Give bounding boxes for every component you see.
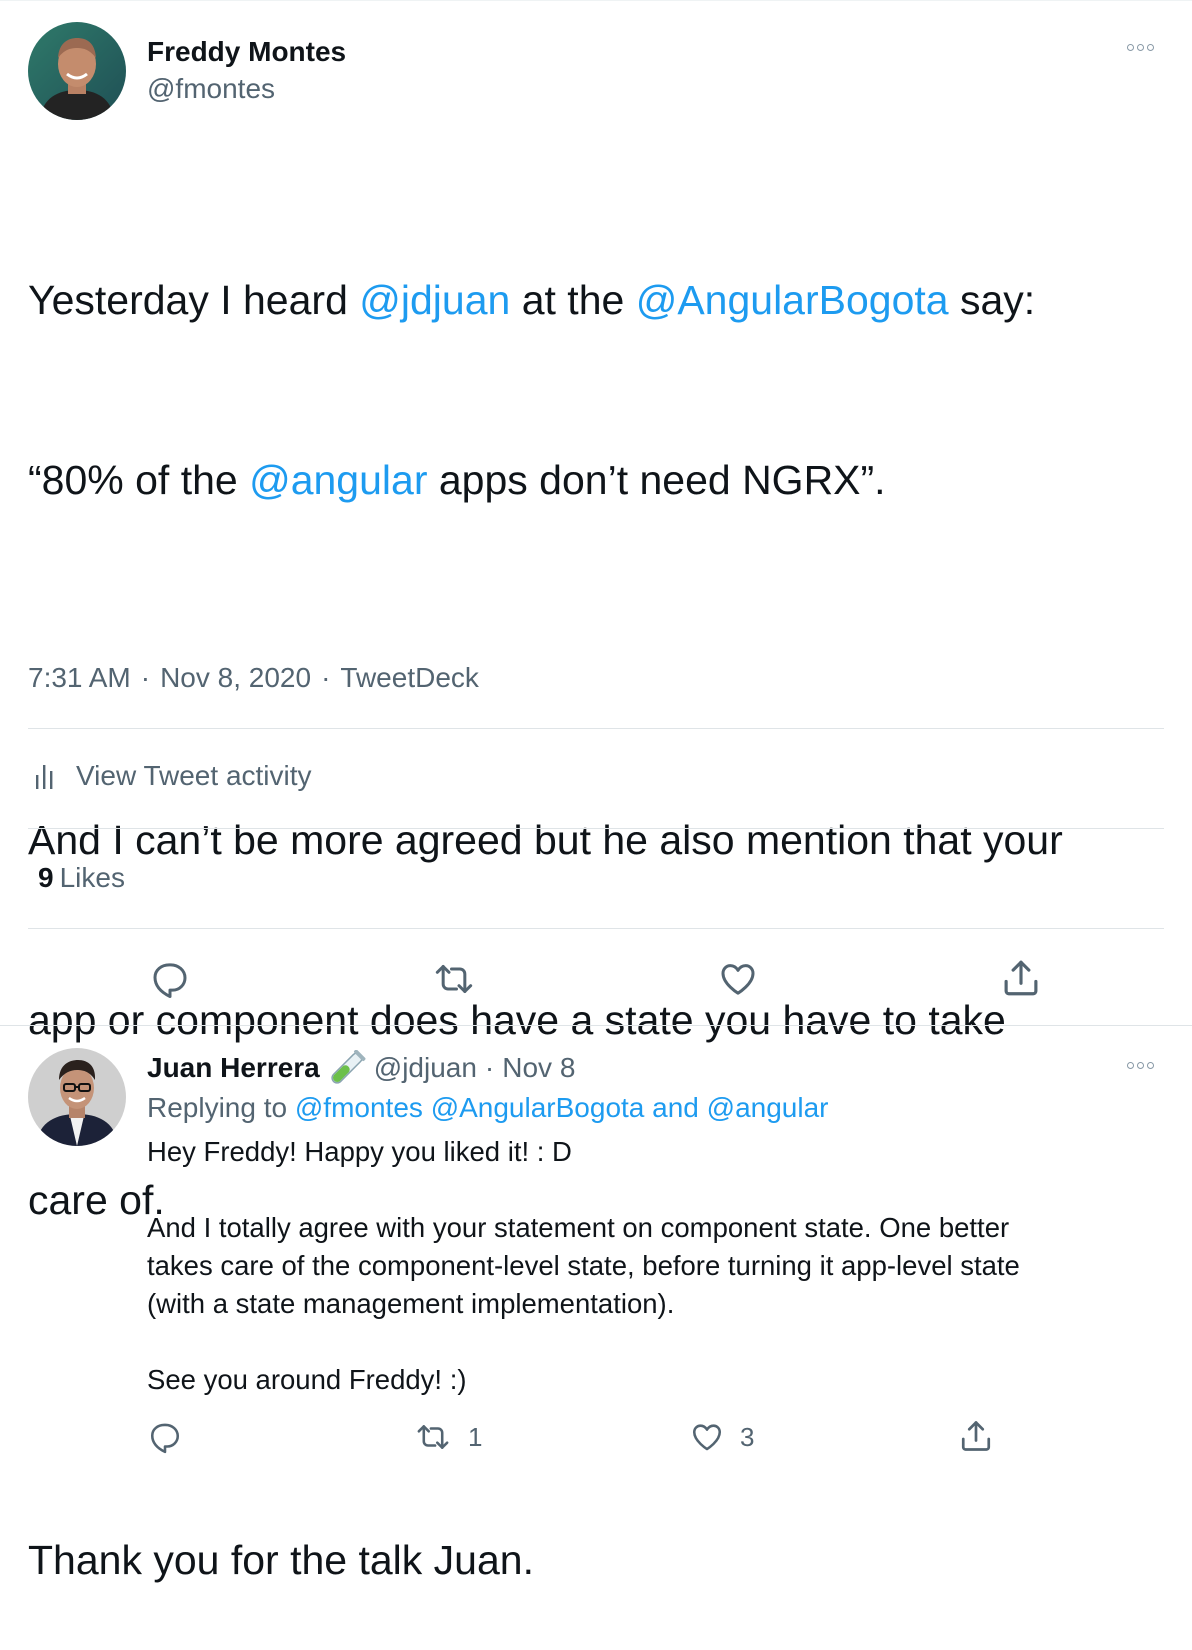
tweet-line: “80% of the @angular apps don’t need NGR… [28,450,1168,510]
reply-author-name[interactable]: Juan Herrera [147,1052,320,1084]
top-border [0,0,1192,1]
separator: · [140,662,151,693]
author-name[interactable]: Freddy Montes [147,36,346,68]
reply-reply-button[interactable] [148,1420,182,1454]
author-handle[interactable]: @fmontes [147,73,275,105]
reply-share-button[interactable] [958,1418,994,1454]
like-count: 3 [740,1421,755,1452]
tweet-meta: 7:31 AM · Nov 8, 2020 · TweetDeck [28,662,479,694]
retweet-icon [417,1425,449,1449]
share-icon [961,1421,991,1451]
replying-prefix: Replying to [147,1092,288,1123]
share-button[interactable] [1000,957,1042,999]
mention-link[interactable]: @AngularBogota [431,1092,645,1123]
separator: · [484,1052,495,1083]
share-icon [1004,960,1038,996]
tweet-time[interactable]: 7:31 AM [28,662,131,694]
reply-icon [153,963,187,998]
reply-like-button[interactable]: 3 [690,1420,754,1454]
replying-and: and [652,1092,699,1123]
likes-number: 9 [38,862,54,893]
tweet-text-segment: say: [948,277,1036,323]
tweet-line: Thank you for the talk Juan. [28,1537,534,1583]
divider [28,928,1164,929]
bar-chart-icon [36,765,53,789]
reply-icon [150,1423,180,1454]
mention-link[interactable]: @angular [707,1092,829,1123]
separator: · [321,662,331,693]
reply-date[interactable]: Nov 8 [502,1052,575,1084]
tweet-line: app or component does have a state you h… [28,997,1006,1043]
mention-link[interactable]: @jdjuan [359,277,510,323]
view-activity-label: View Tweet activity [76,760,312,791]
retweet-button[interactable] [432,959,476,999]
mention-link[interactable]: @fmontes [295,1092,423,1123]
heart-icon [692,1424,722,1451]
divider [0,1025,1192,1026]
tweet-text-segment: apps don’t need NGRX”. [427,457,886,503]
replying-to: Replying to @fmontes @AngularBogota and … [147,1092,829,1124]
tweet-line: And I can’t be more agreed but he also m… [28,817,1063,863]
tweet-text-segment: Yesterday I heard [28,277,360,323]
mention-link[interactable]: @AngularBogota [636,277,949,323]
divider [28,828,1164,829]
tweet-line: Yesterday I heard @jdjuan at the @Angula… [28,270,1168,330]
like-button[interactable] [718,959,758,999]
retweet-icon [435,965,473,993]
likes-label: Likes [59,862,125,893]
reply-line: (with a state management implementation)… [147,1288,675,1319]
mention-link[interactable]: @angular [249,457,427,503]
heart-icon [721,964,755,995]
tweet-text-segment: “80% of the [28,457,250,503]
reply-author-handle[interactable]: @jdjuan [374,1052,477,1084]
reply-button[interactable] [150,959,190,999]
author-avatar[interactable] [28,22,126,120]
tweet-text-segment: at the [510,277,636,323]
reply-header: Juan Herrera @jdjuan · Nov 8 [147,1050,575,1086]
reply-line: takes care of the component-level state,… [147,1250,1020,1281]
divider [28,728,1164,729]
likes-count[interactable]: 9 Likes [38,862,125,894]
tweet-date[interactable]: Nov 8, 2020 [160,662,311,694]
reply-text: Hey Freddy! Happy you liked it! : D And … [147,1133,1157,1399]
test-tube-emoji [331,1050,366,1084]
retweet-count: 1 [468,1421,483,1452]
reply-retweet-button[interactable]: 1 [414,1420,482,1454]
more-icon[interactable] [1127,1062,1154,1069]
reply-line: Hey Freddy! Happy you liked it! : D [147,1136,572,1167]
tweet-text: Yesterday I heard @jdjuan at the @Angula… [28,150,1168,1650]
reply-author-avatar[interactable] [28,1048,126,1146]
reply-line: And I totally agree with your statement … [147,1212,1010,1243]
tweet-source[interactable]: TweetDeck [340,662,479,694]
more-icon[interactable] [1127,44,1154,51]
reply-line: See you around Freddy! :) [147,1364,467,1395]
view-activity-link[interactable]: View Tweet activity [34,760,312,792]
